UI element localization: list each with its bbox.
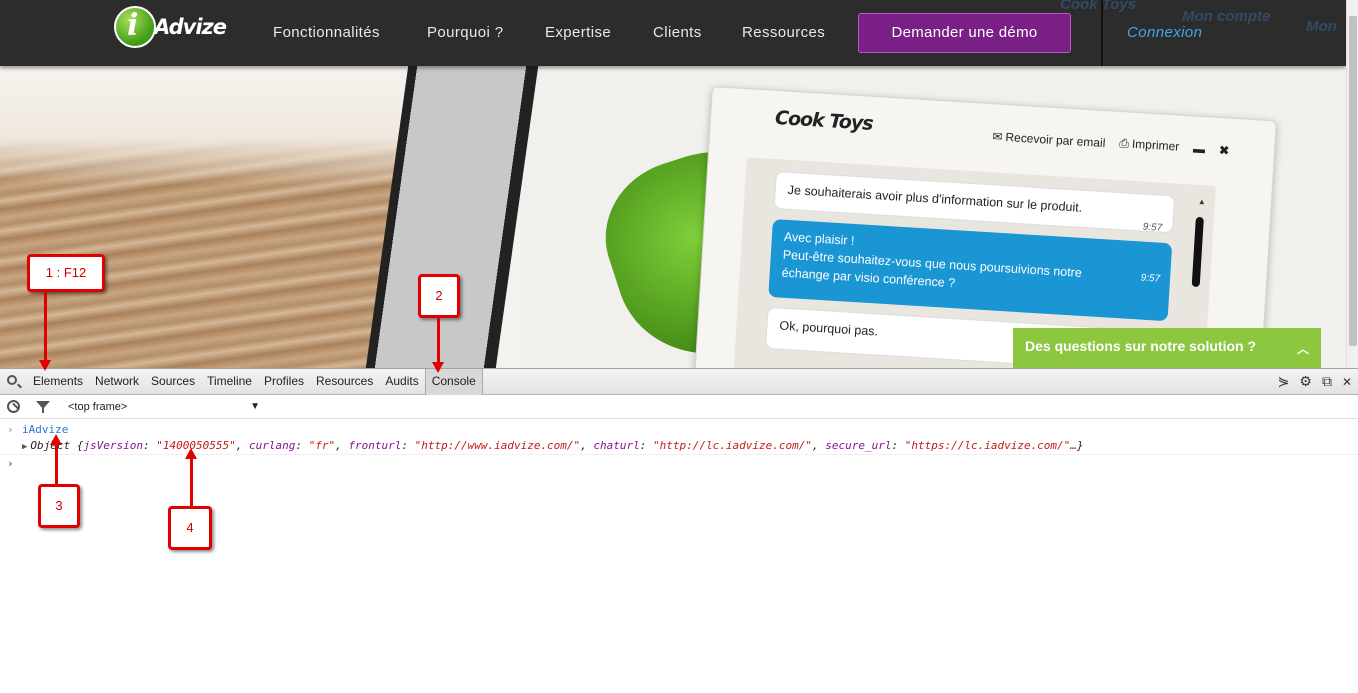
clear-console-icon[interactable] — [7, 400, 20, 413]
printer-icon: ⎙ — [1118, 135, 1130, 151]
object-key: chaturl — [593, 439, 640, 452]
nav-item-pourquoi[interactable]: Pourquoi ? — [427, 24, 504, 41]
devtools-toolbar: Elements Network Sources Timeline Profil… — [0, 369, 1358, 395]
object-value: "http://www.iadvize.com/" — [414, 439, 581, 452]
message-time: 9:57 — [1142, 221, 1163, 234]
print-action-label: Imprimer — [1131, 136, 1180, 154]
annotation-2: 2 — [418, 274, 460, 318]
prompt-chevron-icon: › — [7, 457, 14, 470]
top-navigation: Cook Toys Mon compte Mon i Advize Foncti… — [0, 0, 1346, 66]
message-time: 9:57 — [1140, 272, 1161, 285]
object-key: jsVersion — [83, 439, 144, 452]
object-key: fronturl — [348, 439, 402, 452]
website-viewport: Cook Toys ✉ Recevoir par email ⎙ Imprimer … — [0, 0, 1358, 368]
annotation-arrow — [55, 444, 58, 486]
tab-elements[interactable]: Elements — [27, 369, 89, 395]
close-icon: ✖ — [1218, 142, 1230, 158]
annotation-3: 3 — [38, 484, 80, 528]
input-chevron-icon: › — [7, 423, 14, 436]
demo-request-button[interactable]: Demander une démo — [858, 13, 1071, 53]
show-drawer-icon[interactable]: ⋟ — [1278, 373, 1290, 390]
help-chat-banner[interactable]: Des questions sur notre solution ? ︿ — [1013, 328, 1321, 368]
logo-letter: i — [127, 8, 139, 43]
console-filter-bar: <top frame> ▼ — [0, 395, 1358, 419]
frame-selector-value: <top frame> — [68, 401, 128, 413]
tab-sources[interactable]: Sources — [145, 369, 201, 395]
message-text: Ok, pourquoi pas. — [779, 318, 879, 339]
object-value: "fr" — [308, 439, 336, 452]
nav-item-expertise[interactable]: Expertise — [545, 24, 611, 41]
chat-actions: ✉ Recevoir par email ⎙ Imprimer ▬ ✖ — [992, 128, 1230, 157]
filter-icon[interactable] — [36, 401, 50, 413]
message-text: Je souhaiterais avoir plus d'information… — [787, 182, 1083, 215]
iadvize-logo[interactable]: i Advize — [114, 6, 232, 54]
help-banner-label: Des questions sur notre solution ? — [1025, 338, 1257, 354]
hero-wall — [0, 66, 400, 186]
annotation-arrow — [437, 318, 440, 364]
inspect-search-icon[interactable] — [7, 375, 17, 385]
chat-message: Avec plaisir ! Peut-être souhaitez-vous … — [768, 218, 1173, 322]
tab-resources[interactable]: Resources — [310, 369, 379, 395]
nav-item-fonctionnalites[interactable]: Fonctionnalités — [273, 24, 380, 41]
ghost-text: Mon compte — [1182, 8, 1271, 25]
email-action: ✉ Recevoir par email — [992, 129, 1106, 150]
chevron-down-icon: ▼ — [250, 401, 260, 412]
tab-network[interactable]: Network — [89, 369, 145, 395]
annotation-arrowhead — [432, 362, 444, 373]
page-scrollbar[interactable] — [1346, 0, 1358, 368]
frame-selector[interactable]: <top frame> ▼ — [62, 398, 262, 416]
ghost-text: Mon — [1306, 18, 1337, 35]
chat-window-illustration: Cook Toys ✉ Recevoir par email ⎙ Imprimer … — [691, 86, 1277, 368]
chat-brand-logo: Cook Toys — [774, 106, 874, 135]
tab-audits[interactable]: Audits — [379, 369, 424, 395]
annotation-arrow — [44, 292, 47, 362]
devtools-tabs: Elements Network Sources Timeline Profil… — [27, 369, 483, 395]
object-key: secure_url — [825, 439, 892, 452]
object-value: "https://lc.iadvize.com/"… — [904, 439, 1077, 452]
chevron-up-icon: ︿ — [1296, 342, 1309, 356]
object-key: curlang — [249, 439, 296, 452]
nav-item-clients[interactable]: Clients — [653, 24, 702, 41]
email-action-label: Recevoir par email — [1005, 129, 1106, 150]
tab-timeline[interactable]: Timeline — [201, 369, 258, 395]
ghost-text: Cook Toys — [1060, 0, 1137, 13]
annotation-4: 4 — [168, 506, 212, 550]
nav-divider — [1101, 0, 1103, 66]
devtools-controls: ⋟ ⚙ ⧉ ✕ — [1278, 373, 1352, 390]
login-link[interactable]: Connexion — [1127, 24, 1202, 41]
annotation-arrowhead — [39, 360, 51, 371]
dock-icon[interactable]: ⧉ — [1322, 373, 1332, 390]
envelope-icon: ✉ — [992, 128, 1003, 144]
expand-triangle-icon[interactable]: ▶ — [22, 442, 27, 452]
gear-icon[interactable]: ⚙ — [1299, 373, 1312, 390]
object-value: "http://lc.iadvize.com/" — [653, 439, 812, 452]
tab-profiles[interactable]: Profiles — [258, 369, 310, 395]
annotation-arrow — [190, 458, 193, 508]
message-text: Avec plaisir ! Peut-être souhaitez-vous … — [781, 229, 1083, 291]
console-prompt-line[interactable]: › — [0, 457, 1358, 473]
annotation-1: 1 : F12 — [27, 254, 105, 292]
console-output-line[interactable]: ▶ Object {jsVersion: "1400050555", curlan… — [0, 437, 1358, 455]
print-action: ⎙ Imprimer — [1119, 136, 1180, 155]
close-icon[interactable]: ✕ — [1342, 375, 1352, 389]
page-scroll-thumb[interactable] — [1349, 16, 1357, 346]
scroll-up-icon: ▲ — [1197, 196, 1207, 207]
console-object[interactable]: ▶ Object {jsVersion: "1400050555", curlan… — [22, 439, 1084, 452]
nav-item-ressources[interactable]: Ressources — [742, 24, 825, 41]
logo-text: Advize — [154, 15, 227, 39]
minimize-icon: ▬ — [1192, 141, 1206, 156]
chat-scroll-thumb — [1191, 216, 1204, 288]
